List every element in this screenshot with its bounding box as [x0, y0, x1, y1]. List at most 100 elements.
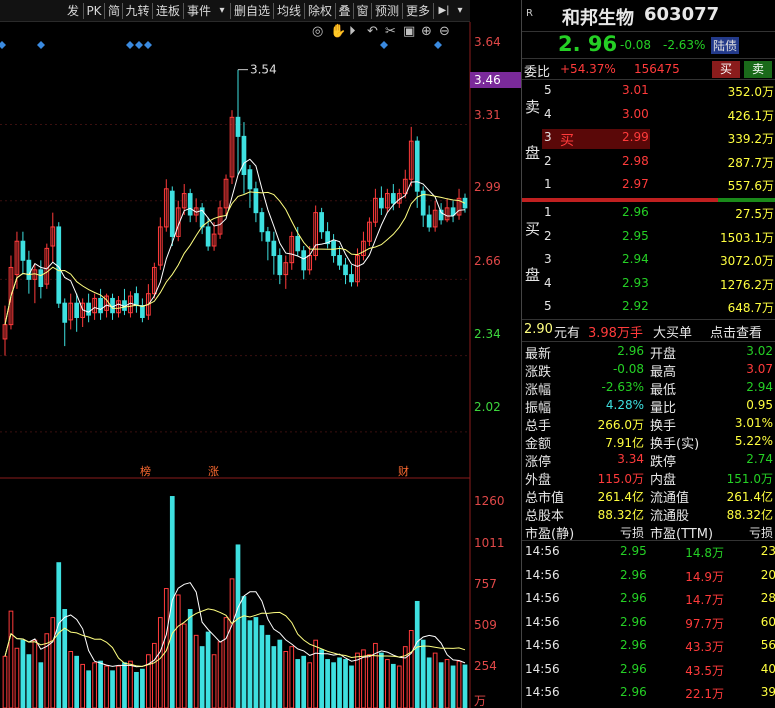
tick-volume: 43.5万	[685, 663, 724, 678]
volume-bar	[211, 654, 217, 708]
volume-bar	[253, 617, 259, 708]
toolbar-window[interactable]: 窗	[355, 2, 370, 20]
stat-value: 88.32亿	[597, 508, 644, 522]
undo-icon[interactable]: ↶	[367, 24, 378, 39]
stat-value: 115.0万	[597, 472, 644, 486]
candle-body	[349, 274, 354, 283]
toolbar-divider	[122, 3, 123, 19]
toolbar-divider	[335, 3, 336, 19]
book-side-label: 盘	[525, 266, 541, 284]
volume-bar	[74, 655, 80, 708]
price-tick: 3.64	[474, 35, 501, 49]
volume-bar	[384, 659, 390, 708]
play-icon[interactable]: ⏵	[349, 24, 356, 39]
lock-icon[interactable]: ▣	[403, 24, 415, 39]
tick-count: 40	[760, 661, 775, 676]
tick-count: 28	[760, 591, 775, 605]
toolbar-remove-favorite[interactable]: 删自选	[232, 2, 272, 20]
toolbar-exright[interactable]: 除权	[306, 2, 334, 20]
candle-body	[337, 255, 342, 266]
candle-body	[26, 259, 32, 280]
level-price: 2.99	[622, 130, 649, 145]
candle-body	[110, 297, 115, 314]
candle-body	[169, 190, 175, 237]
toolbar-lianban[interactable]: 连板	[154, 2, 182, 20]
stock-terminal: 发 PK 简 九转 连板 事件 ▾ 删自选 均线 除权 叠 窗 预测 更多 ▶|…	[0, 0, 775, 708]
toolbar-more[interactable]: 更多	[404, 2, 432, 20]
kline-chart[interactable]: 3.54 榜 涨 财	[0, 22, 521, 708]
candle-body	[259, 212, 265, 233]
toolbar-fa[interactable]: 发	[64, 2, 82, 20]
volume-bar	[199, 646, 205, 708]
level-number: 3	[544, 130, 552, 145]
stat-label: 涨幅	[525, 383, 552, 398]
chevron-down-icon[interactable]: ▾	[215, 2, 229, 20]
kline-chart-area[interactable]: 3.54 榜 涨 财	[0, 22, 521, 708]
event-diamond	[380, 41, 388, 49]
chevron-down-icon[interactable]: ▾	[454, 2, 466, 20]
event-diamond	[126, 41, 134, 49]
bond-tag[interactable]: 陆债	[711, 37, 740, 54]
volume-bar	[68, 651, 74, 708]
sell-order-book: 卖盘 5 3.01 352.0万 4 3.00 426.1万买 3 2.99 339.2万 2 2.9…	[522, 80, 775, 198]
buy-button[interactable]: 买	[712, 61, 740, 78]
level-price: 2.94	[622, 252, 649, 267]
volume-bar	[414, 600, 420, 708]
stat-value: 0.95	[746, 398, 773, 412]
stat-label: 开盘	[650, 347, 677, 362]
candle-body	[301, 250, 307, 271]
zoom-in-icon[interactable]: ⊕	[421, 24, 432, 39]
level-price: 2.95	[622, 228, 649, 243]
book-side-label: 卖	[525, 98, 541, 116]
last-price: 2. 96	[558, 32, 618, 56]
big-order-bar[interactable]: 2.90 元有 3.98万手 大买单 点击查看	[522, 320, 775, 342]
candle-body	[56, 226, 62, 304]
stat-value: 3.34	[617, 452, 644, 466]
volume-bar	[337, 657, 342, 708]
volume-bar	[187, 609, 193, 708]
level-number: 2	[544, 153, 552, 168]
zoom-out-icon[interactable]: ⊖	[439, 24, 450, 39]
volume-bar	[331, 662, 336, 708]
toolbar-ma[interactable]: 均线	[275, 2, 303, 20]
play-end-icon[interactable]: ▶|	[436, 2, 452, 20]
event-diamond	[144, 41, 152, 49]
volume-bar	[151, 642, 157, 708]
volume-bar	[426, 657, 432, 708]
volume-bar	[20, 639, 26, 708]
stat-label: 总手	[525, 419, 552, 434]
level-price: 3.00	[622, 106, 649, 121]
tick-count: 60	[760, 614, 775, 629]
level-number: 1	[544, 177, 552, 192]
volume-tick: 1011	[474, 536, 505, 550]
stat-label: 涨停	[525, 455, 552, 470]
buy-order-book: 买盘 1 2.96 27.5万 2 2.95 1503.1万 3 2.94 3072.0万 4 2.9…	[522, 202, 775, 320]
big-order-link[interactable]: 点击查看	[710, 322, 762, 341]
eye-icon[interactable]: ◎	[312, 24, 323, 39]
tick-time: 14:56	[525, 661, 560, 676]
toolbar-divider	[371, 3, 372, 19]
toolbar-forecast[interactable]: 预测	[373, 2, 401, 20]
level-volume: 648.7万	[727, 301, 774, 316]
sell-button[interactable]: 卖	[744, 61, 772, 78]
toolbar-events[interactable]: 事件	[185, 2, 213, 20]
stat-label: 外盘	[525, 473, 552, 488]
candle-body	[38, 269, 44, 288]
volume-bar	[307, 662, 313, 708]
scissors-icon[interactable]: ✂	[385, 24, 396, 39]
volume-bar	[379, 652, 384, 708]
hand-icon[interactable]: ✋	[330, 24, 346, 39]
toolbar-pk[interactable]: PK	[85, 2, 103, 20]
toolbar-jiuzhuan[interactable]: 九转	[124, 2, 151, 20]
high-marker-label: 3.54	[250, 63, 277, 77]
level-number: 4	[544, 275, 552, 290]
tick-time: 14:56	[525, 614, 560, 629]
stat-label: 最低	[650, 383, 677, 398]
level-number: 5	[544, 299, 552, 314]
toolbar-overlay[interactable]: 叠	[337, 2, 352, 20]
stat-value: 2.74	[746, 452, 773, 466]
toolbar-jian[interactable]: 简	[106, 2, 122, 20]
volume-bar	[367, 654, 372, 708]
toolbar-divider	[104, 3, 105, 19]
price-tick: 2.66	[474, 254, 501, 268]
